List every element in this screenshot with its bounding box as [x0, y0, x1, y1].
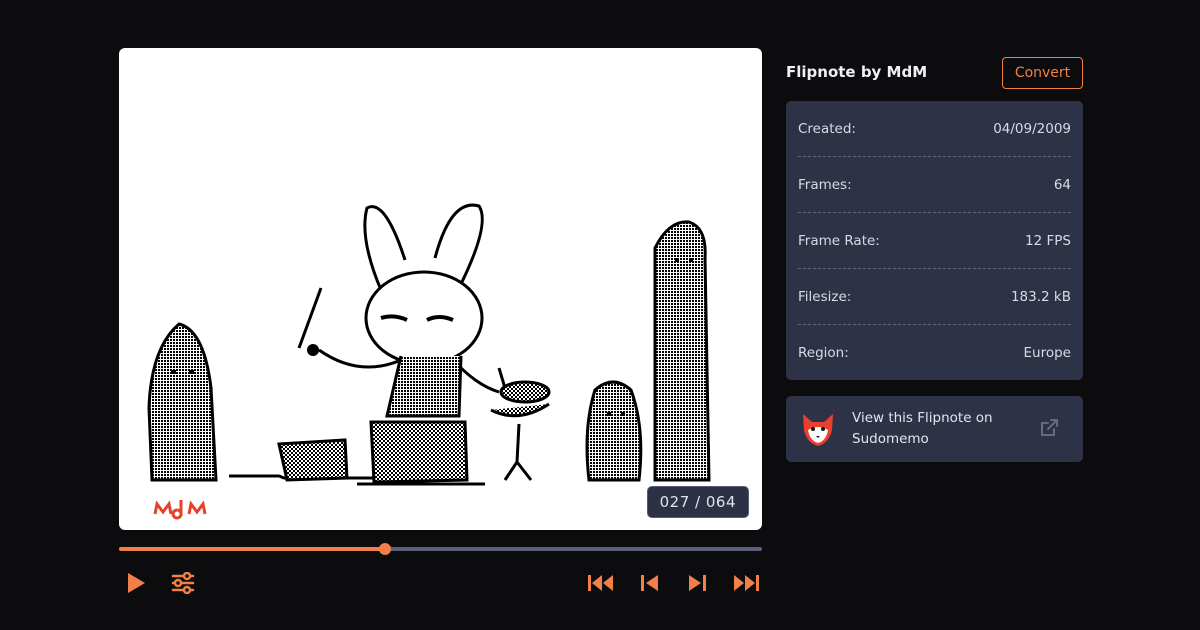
- skip-to-first-icon: [588, 575, 613, 591]
- detail-row-filesize: Filesize: 183.2 kB: [798, 269, 1071, 325]
- detail-value: 183.2 kB: [1010, 288, 1071, 305]
- detail-value: Europe: [1023, 344, 1071, 361]
- sudomemo-fox-logo: [803, 414, 833, 446]
- detail-value: 64: [1053, 176, 1071, 193]
- first-frame-button[interactable]: [587, 572, 615, 594]
- detail-value: 12 FPS: [1025, 232, 1071, 249]
- detail-label: Frames:: [798, 176, 852, 193]
- detail-label: Filesize:: [798, 288, 852, 305]
- sliders-icon: [171, 572, 195, 594]
- skip-to-last-icon: [734, 575, 759, 591]
- tall-ghost-figure: [653, 220, 711, 482]
- next-frame-button[interactable]: [686, 572, 708, 594]
- flipnote-player[interactable]: 027 / 064: [119, 48, 762, 530]
- external-link-icon: [1041, 419, 1058, 436]
- detail-label: Frame Rate:: [798, 232, 880, 249]
- detail-label: Region:: [798, 344, 849, 361]
- detail-row-created: Created: 04/09/2009: [798, 101, 1071, 157]
- detail-value: 04/09/2009: [993, 120, 1071, 137]
- flipnote-frame-image: [147, 203, 711, 520]
- play-icon: [128, 573, 145, 593]
- flipnote-title: Flipnote by MdM: [786, 63, 928, 81]
- previous-frame-button[interactable]: [639, 572, 661, 594]
- next-frame-icon: [689, 575, 706, 591]
- play-button[interactable]: [124, 571, 148, 595]
- detail-row-region: Region: Europe: [798, 325, 1071, 380]
- sudomemo-line1: View this Flipnote on: [852, 410, 993, 426]
- previous-frame-icon: [641, 575, 658, 591]
- detail-row-frames: Frames: 64: [798, 157, 1071, 213]
- mdm-signature: [153, 500, 207, 520]
- detail-label: Created:: [798, 120, 856, 137]
- playback-progress-bar[interactable]: [119, 543, 762, 555]
- small-ghost-figure: [585, 380, 643, 482]
- last-frame-button[interactable]: [732, 572, 760, 594]
- stick-figure: [490, 367, 551, 481]
- frame-counter: 027 / 064: [646, 486, 749, 518]
- sudomemo-link-text[interactable]: View this Flipnote on Sudomemo: [852, 408, 1012, 450]
- progress-thumb[interactable]: [379, 543, 392, 555]
- left-ghost-figure: [147, 322, 218, 482]
- detail-row-frame-rate: Frame Rate: 12 FPS: [798, 213, 1071, 269]
- flipnote-details-panel: Created: 04/09/2009 Frames: 64 Frame Rat…: [786, 101, 1083, 380]
- sudomemo-line2: Sudomemo: [852, 431, 929, 447]
- sudomemo-link[interactable]: View this Flipnote on Sudomemo: [786, 396, 1083, 462]
- settings-button[interactable]: [170, 571, 196, 595]
- progress-fill: [119, 547, 386, 551]
- bunny-figure: [297, 203, 500, 418]
- convert-button[interactable]: Convert: [1002, 57, 1083, 89]
